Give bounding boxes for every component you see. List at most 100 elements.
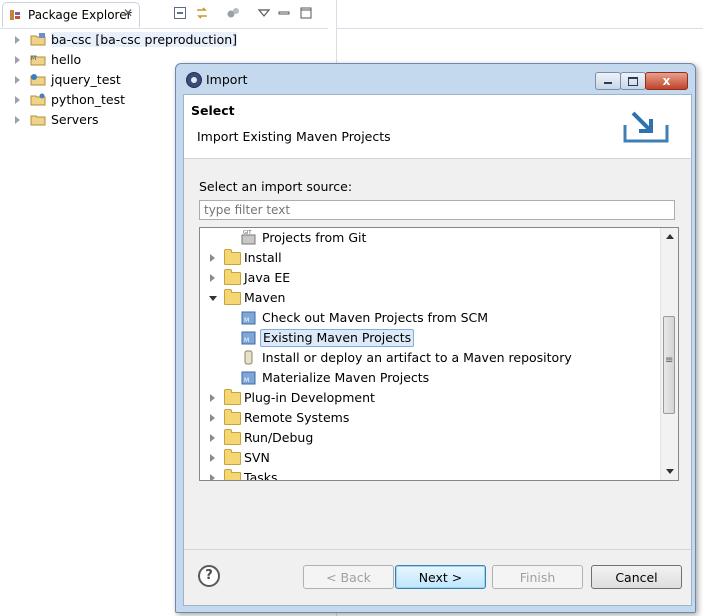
- expand-arrow-icon[interactable]: [15, 116, 20, 124]
- folder-icon: [224, 449, 241, 465]
- maven-project-icon: [30, 33, 46, 46]
- help-icon[interactable]: ?: [198, 565, 220, 587]
- svg-text:M: M: [244, 317, 249, 324]
- tree-item-check-out-maven-projects[interactable]: M Check out Maven Projects from SCM: [200, 308, 660, 328]
- folder-icon: [224, 409, 241, 425]
- expand-arrow-icon[interactable]: [210, 254, 215, 262]
- web-project-icon: [30, 74, 46, 86]
- tree-item-materialize-maven-projects[interactable]: M Materialize Maven Projects: [200, 368, 660, 388]
- tree-item-run-debug[interactable]: Run/Debug: [200, 428, 660, 448]
- project-label: ba-csc [ba-csc preproduction]: [51, 32, 238, 47]
- folder-icon: [224, 389, 241, 405]
- dialog-titlebar[interactable]: Import x: [176, 64, 695, 94]
- expand-arrow-icon[interactable]: [15, 36, 20, 44]
- maven-wizard-icon: M: [241, 331, 256, 345]
- eclipse-icon: [186, 72, 202, 88]
- focus-icon[interactable]: [226, 6, 240, 20]
- tree-item-svn[interactable]: SVN: [200, 448, 660, 468]
- folder-icon: [224, 469, 241, 480]
- view-menu-icon[interactable]: [257, 8, 271, 22]
- collapse-all-icon[interactable]: [173, 6, 187, 20]
- finish-button[interactable]: Finish: [492, 565, 583, 589]
- expand-arrow-icon[interactable]: [210, 274, 215, 282]
- tree-item-label: Projects from Git: [262, 230, 367, 245]
- tree-item-label: Check out Maven Projects from SCM: [262, 310, 489, 325]
- expand-arrow-icon[interactable]: [210, 414, 215, 422]
- tree-item-java-ee[interactable]: Java EE: [200, 268, 660, 288]
- link-with-editor-icon[interactable]: [195, 6, 209, 20]
- dialog-title: Import: [206, 72, 248, 87]
- close-button[interactable]: x: [645, 72, 688, 90]
- tree-item-tasks[interactable]: Tasks: [200, 468, 660, 481]
- scroll-thumb[interactable]: [663, 316, 675, 414]
- scroll-down-icon[interactable]: [666, 469, 674, 474]
- project-label: jquery_test: [51, 72, 121, 87]
- tree-item-install[interactable]: Install: [200, 248, 660, 268]
- tree-item-projects-from-git[interactable]: GIT Projects from Git: [200, 228, 660, 248]
- tree-item-maven[interactable]: Maven: [200, 288, 660, 308]
- collapse-arrow-icon[interactable]: [209, 296, 217, 301]
- view-tabbar: Package Explorer ✕: [0, 0, 328, 29]
- tree-item-label: Existing Maven Projects: [260, 329, 415, 347]
- minimize-icon[interactable]: [277, 6, 291, 20]
- tree-item-existing-maven-projects[interactable]: M Existing Maven Projects: [200, 328, 660, 348]
- scroll-up-icon[interactable]: [666, 234, 674, 239]
- project-label: python_test: [51, 92, 125, 107]
- close-icon[interactable]: ✕: [123, 6, 133, 20]
- expand-arrow-icon[interactable]: [210, 474, 215, 480]
- tree-item-label: Install or deploy an artifact to a Maven…: [262, 350, 572, 365]
- tree-item-label: Java EE: [244, 270, 291, 285]
- banner-description: Import Existing Maven Projects: [197, 129, 391, 144]
- import-source-label: Select an import source:: [199, 179, 353, 194]
- tree-scrollbar[interactable]: [660, 228, 678, 480]
- tree-item-label: Remote Systems: [244, 410, 350, 425]
- expand-arrow-icon[interactable]: [210, 394, 215, 402]
- svg-text:M: M: [244, 377, 249, 384]
- java-project-icon: M: [30, 55, 46, 66]
- tree-item-label: Tasks: [244, 470, 278, 481]
- jar-icon: [244, 350, 253, 365]
- minimize-button[interactable]: [595, 72, 621, 90]
- maximize-button[interactable]: [620, 72, 646, 90]
- project-label: hello: [51, 52, 82, 67]
- expand-arrow-icon[interactable]: [210, 434, 215, 442]
- back-button[interactable]: < Back: [303, 565, 394, 589]
- maven-wizard-icon: M: [241, 311, 256, 325]
- tab-package-explorer[interactable]: Package Explorer ✕: [2, 2, 140, 27]
- maximize-icon[interactable]: [299, 6, 313, 20]
- banner-title: Select: [191, 103, 235, 118]
- tree-item-label: Materialize Maven Projects: [262, 370, 430, 385]
- svg-text:M: M: [244, 337, 249, 344]
- git-icon: GIT: [241, 230, 256, 245]
- folder-icon: [224, 249, 241, 265]
- folder-open-icon: [224, 289, 241, 305]
- tab-label: Package Explorer: [28, 8, 132, 22]
- folder-icon: [30, 115, 46, 126]
- tree-item-plug-in-development[interactable]: Plug-in Development: [200, 388, 660, 408]
- folder-icon: [224, 269, 241, 285]
- expand-arrow-icon[interactable]: [15, 76, 20, 84]
- import-source-tree[interactable]: GIT Projects from Git Install Java EE Ma…: [199, 227, 679, 481]
- editor-area-header: [337, 0, 703, 29]
- package-explorer-icon: [10, 10, 20, 20]
- tree-item-install-or-deploy-artifact[interactable]: Install or deploy an artifact to a Maven…: [200, 348, 660, 368]
- tree-item-label: Install: [244, 250, 282, 265]
- tree-item-remote-systems[interactable]: Remote Systems: [200, 408, 660, 428]
- expand-arrow-icon[interactable]: [15, 56, 20, 64]
- cancel-button[interactable]: Cancel: [591, 565, 682, 589]
- expand-arrow-icon[interactable]: [210, 454, 215, 462]
- project-row-ba-csc[interactable]: ba-csc [ba-csc preproduction]: [0, 30, 328, 50]
- import-dialog: Import x Select Import Existing Maven Pr…: [175, 63, 696, 613]
- footer-divider: [184, 549, 691, 550]
- svg-text:GIT: GIT: [243, 230, 252, 236]
- filter-input[interactable]: [199, 200, 675, 220]
- tree-item-label: Maven: [244, 290, 286, 305]
- expand-arrow-icon[interactable]: [15, 96, 20, 104]
- import-wizard-icon: [623, 111, 669, 143]
- tree-item-label: Plug-in Development: [244, 390, 375, 405]
- next-button[interactable]: Next >: [395, 565, 486, 589]
- maven-wizard-icon: M: [241, 371, 256, 385]
- wizard-banner: Select Import Existing Maven Projects: [184, 95, 691, 159]
- dialog-content: Select Import Existing Maven Projects Se…: [183, 94, 692, 606]
- folder-icon: [224, 429, 241, 445]
